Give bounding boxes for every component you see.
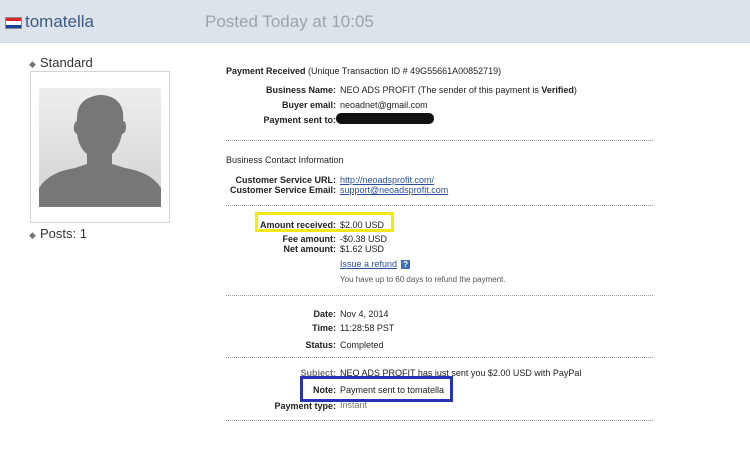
posts-bullet-icon: ◆ (29, 230, 36, 240)
status-label: Status: (305, 340, 336, 350)
buyer-email-value: neoadnet@gmail.com (340, 100, 428, 110)
default-avatar-silhouette-icon (39, 88, 161, 207)
divider (226, 420, 653, 421)
avatar-frame (30, 71, 170, 223)
avatar[interactable] (39, 88, 161, 207)
refund-row: Issue a refund? (340, 259, 411, 270)
croatia-flag-icon (5, 17, 22, 29)
service-email-link[interactable]: support@neoadsprofit.com (340, 185, 448, 195)
user-rank: Standard (40, 55, 93, 70)
date-label: Date: (313, 309, 336, 319)
transaction-id: (Unique Transaction ID # 49G55661A008527… (305, 66, 502, 76)
redaction-scribble (336, 113, 434, 124)
amount-highlight-box (255, 212, 394, 232)
verified-badge: Verified (541, 85, 574, 95)
note-highlight-box (300, 376, 453, 402)
payment-type-value: Instant (340, 400, 368, 410)
net-amount-label: Net amount: (283, 244, 337, 254)
payment-title: Payment Received (Unique Transaction ID … (226, 66, 501, 76)
post-timestamp: Posted Today at 10:05 (205, 12, 374, 31)
divider (226, 295, 653, 296)
post-count: Posts: 1 (40, 226, 87, 241)
service-email-label: Customer Service Email: (229, 185, 336, 195)
service-url-label: Customer Service URL: (235, 175, 336, 185)
time-value: 11:28:58 PST (340, 323, 395, 333)
service-url-link[interactable]: http://neoadsprofit.com/ (340, 175, 434, 185)
refund-note: You have up to 60 days to refund the pay… (340, 275, 506, 284)
payment-title-bold: Payment Received (226, 66, 306, 76)
issue-refund-link[interactable]: Issue a refund (340, 259, 397, 269)
fee-amount-label: Fee amount: (282, 234, 336, 244)
business-name-value: NEO ADS PROFIT (The sender of this payme… (340, 85, 577, 95)
status-value: Completed (340, 340, 384, 350)
fee-amount-value: -$0.38 USD (340, 234, 388, 244)
buyer-email-label: Buyer email: (281, 100, 336, 110)
divider (226, 205, 653, 206)
username-link[interactable]: tomatella (25, 12, 94, 32)
time-label: Time: (312, 323, 336, 333)
help-icon[interactable]: ? (401, 260, 411, 270)
payment-type-label: Payment type: (274, 401, 336, 411)
payment-sent-to-label: Payment sent to: (263, 115, 336, 125)
post-header: tomatella Posted Today at 10:05 (0, 0, 750, 43)
rank-bullet-icon: ◆ (29, 59, 36, 69)
net-amount-value: $1.62 USD (340, 244, 385, 254)
contact-heading: Business Contact Information (226, 155, 344, 165)
divider (226, 140, 653, 141)
divider (226, 357, 653, 358)
business-name-label: Business Name: (265, 85, 336, 95)
date-value: Nov 4, 2014 (340, 309, 389, 319)
